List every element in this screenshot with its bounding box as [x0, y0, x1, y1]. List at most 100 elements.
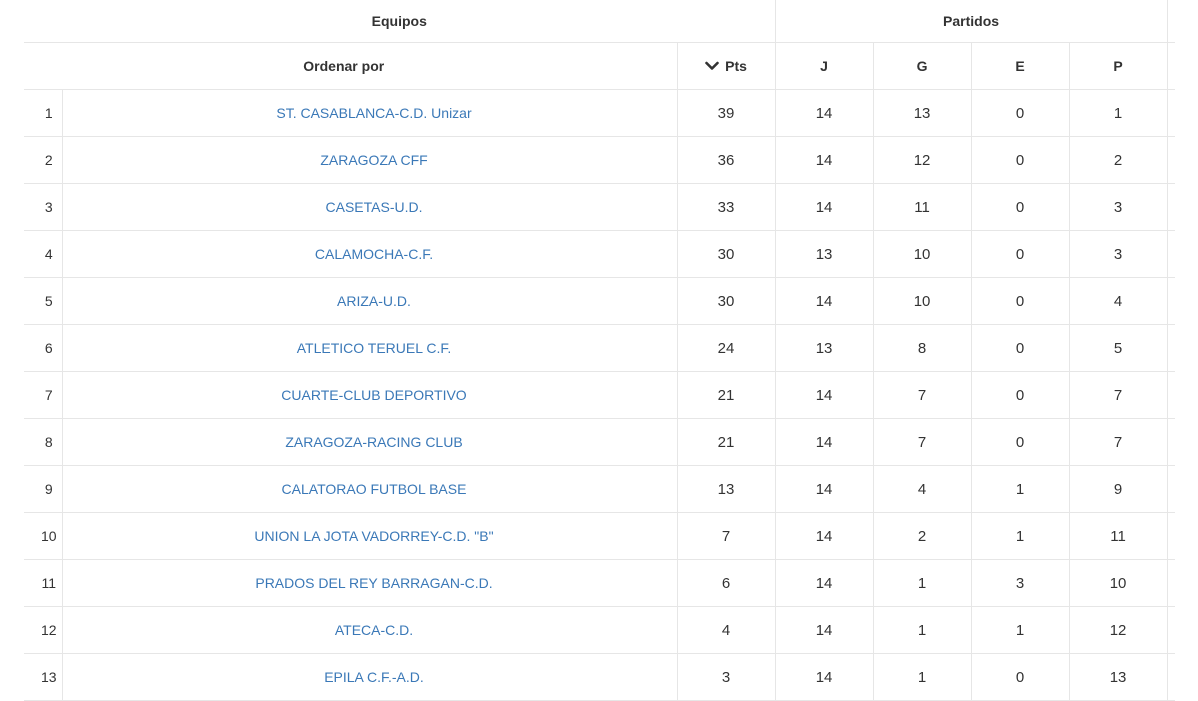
- pts-cell: 7: [676, 512, 776, 560]
- standings-table-container: Equipos Partidos Ordenar por Pts J G E P…: [24, 0, 1176, 701]
- lost-cell: 11: [1068, 512, 1168, 560]
- column-header-row: Ordenar por Pts J G E P: [24, 42, 1176, 90]
- position-cell: 8: [24, 418, 62, 466]
- team-link[interactable]: PRADOS DEL REY BARRAGAN-C.D.: [255, 575, 492, 591]
- table-row: 12 ATECA-C.D. 4 14 1 1 12: [24, 606, 1176, 654]
- played-cell: 14: [774, 89, 874, 137]
- team-cell: ZARAGOZA CFF: [61, 136, 677, 184]
- j-header: J: [774, 42, 874, 90]
- won-cell: 8: [872, 324, 972, 372]
- team-link[interactable]: ARIZA-U.D.: [337, 293, 411, 309]
- pts-sort-header[interactable]: Pts: [676, 42, 776, 90]
- table-row: 9 CALATORAO FUTBOL BASE 13 14 4 1 9: [24, 465, 1176, 513]
- won-cell: 10: [872, 230, 972, 278]
- position-cell: 1: [24, 89, 62, 137]
- row-spacer: [1167, 136, 1176, 184]
- p-header: P: [1068, 42, 1168, 90]
- drawn-cell: 0: [970, 89, 1070, 137]
- table-row: 13 EPILA C.F.-A.D. 3 14 1 0 13: [24, 653, 1176, 701]
- pts-cell: 30: [676, 277, 776, 325]
- played-cell: 14: [774, 136, 874, 184]
- header-spacer: [1167, 42, 1176, 90]
- played-cell: 14: [774, 277, 874, 325]
- won-cell: 13: [872, 89, 972, 137]
- position-cell: 9: [24, 465, 62, 513]
- drawn-cell: 0: [970, 371, 1070, 419]
- lost-cell: 2: [1068, 136, 1168, 184]
- position-cell: 6: [24, 324, 62, 372]
- drawn-cell: 0: [970, 136, 1070, 184]
- lost-cell: 7: [1068, 418, 1168, 466]
- pts-cell: 13: [676, 465, 776, 513]
- row-spacer: [1167, 418, 1176, 466]
- drawn-cell: 0: [970, 653, 1070, 701]
- team-cell: CUARTE-CLUB DEPORTIVO: [61, 371, 677, 419]
- table-row: 7 CUARTE-CLUB DEPORTIVO 21 14 7 0 7: [24, 371, 1176, 419]
- team-link[interactable]: CALAMOCHA-C.F.: [315, 246, 433, 262]
- team-cell: ZARAGOZA-RACING CLUB: [61, 418, 677, 466]
- team-link[interactable]: ST. CASABLANCA-C.D. Unizar: [276, 105, 471, 121]
- team-link[interactable]: EPILA C.F.-A.D.: [324, 669, 424, 685]
- team-link[interactable]: ZARAGOZA-RACING CLUB: [285, 434, 462, 450]
- team-cell: CASETAS-U.D.: [61, 183, 677, 231]
- team-cell: PRADOS DEL REY BARRAGAN-C.D.: [61, 559, 677, 607]
- team-cell: ST. CASABLANCA-C.D. Unizar: [61, 89, 677, 137]
- team-link[interactable]: ATLETICO TERUEL C.F.: [297, 340, 452, 356]
- pts-header-label: Pts: [725, 58, 747, 74]
- won-cell: 11: [872, 183, 972, 231]
- lost-cell: 13: [1068, 653, 1168, 701]
- lost-cell: 3: [1068, 183, 1168, 231]
- ordenar-por-label: Ordenar por: [24, 42, 677, 90]
- pts-cell: 21: [676, 371, 776, 419]
- drawn-cell: 0: [970, 183, 1070, 231]
- played-cell: 13: [774, 230, 874, 278]
- team-link[interactable]: CUARTE-CLUB DEPORTIVO: [281, 387, 466, 403]
- played-cell: 14: [774, 183, 874, 231]
- position-cell: 2: [24, 136, 62, 184]
- drawn-cell: 1: [970, 512, 1070, 560]
- played-cell: 14: [774, 512, 874, 560]
- played-cell: 14: [774, 606, 874, 654]
- drawn-cell: 1: [970, 465, 1070, 513]
- header-spacer: [1167, 0, 1176, 43]
- team-link[interactable]: ATECA-C.D.: [335, 622, 413, 638]
- position-cell: 5: [24, 277, 62, 325]
- table-row: 3 CASETAS-U.D. 33 14 11 0 3: [24, 183, 1176, 231]
- played-cell: 14: [774, 653, 874, 701]
- table-row: 10 UNION LA JOTA VADORREY-C.D. "B" 7 14 2 1 11: [24, 512, 1176, 560]
- team-cell: ATECA-C.D.: [61, 606, 677, 654]
- team-cell: CALATORAO FUTBOL BASE: [61, 465, 677, 513]
- standings-body: 1 ST. CASABLANCA-C.D. Unizar 39 14 13 0 1 2 ZARA…: [24, 89, 1176, 701]
- played-cell: 14: [774, 418, 874, 466]
- pts-cell: 30: [676, 230, 776, 278]
- table-row: 2 ZARAGOZA CFF 36 14 12 0 2: [24, 136, 1176, 184]
- chevron-down-icon: [705, 61, 719, 70]
- g-header: G: [872, 42, 972, 90]
- won-cell: 10: [872, 277, 972, 325]
- position-cell: 4: [24, 230, 62, 278]
- won-cell: 7: [872, 371, 972, 419]
- pts-cell: 33: [676, 183, 776, 231]
- drawn-cell: 3: [970, 559, 1070, 607]
- lost-cell: 12: [1068, 606, 1168, 654]
- drawn-cell: 0: [970, 230, 1070, 278]
- team-cell: ATLETICO TERUEL C.F.: [61, 324, 677, 372]
- partidos-header: Partidos: [774, 0, 1168, 43]
- row-spacer: [1167, 277, 1176, 325]
- team-link[interactable]: UNION LA JOTA VADORREY-C.D. "B": [254, 528, 493, 544]
- position-cell: 10: [24, 512, 62, 560]
- team-link[interactable]: CASETAS-U.D.: [326, 199, 423, 215]
- team-link[interactable]: ZARAGOZA CFF: [320, 152, 427, 168]
- team-cell: CALAMOCHA-C.F.: [61, 230, 677, 278]
- table-row: 11 PRADOS DEL REY BARRAGAN-C.D. 6 14 1 3 10: [24, 559, 1176, 607]
- drawn-cell: 0: [970, 324, 1070, 372]
- won-cell: 1: [872, 653, 972, 701]
- lost-cell: 3: [1068, 230, 1168, 278]
- drawn-cell: 0: [970, 418, 1070, 466]
- position-cell: 7: [24, 371, 62, 419]
- team-link[interactable]: CALATORAO FUTBOL BASE: [282, 481, 467, 497]
- position-cell: 11: [24, 559, 62, 607]
- won-cell: 7: [872, 418, 972, 466]
- pts-cell: 4: [676, 606, 776, 654]
- drawn-cell: 1: [970, 606, 1070, 654]
